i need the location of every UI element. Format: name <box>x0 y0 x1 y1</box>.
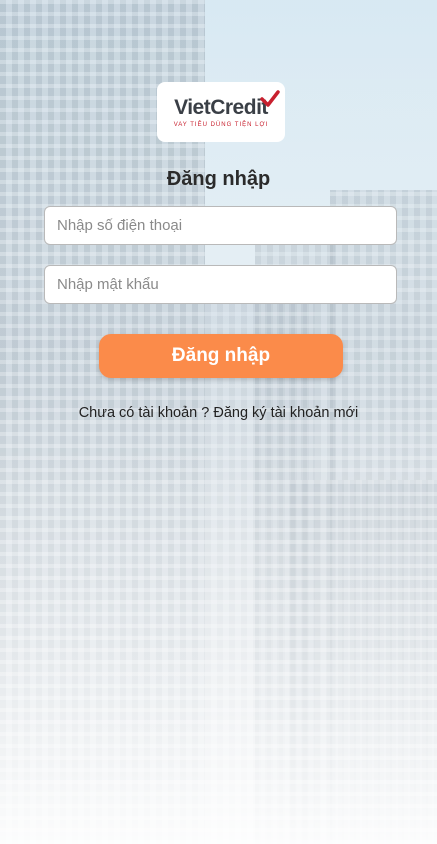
password-input[interactable] <box>44 265 397 304</box>
checkmark-icon <box>260 90 280 107</box>
logo-tagline: VAY TIÊU DÙNG TIỆN LỢI <box>173 122 269 128</box>
brand-logo: Viet Credit VAY TIÊU DÙNG TIỆN LỢI <box>157 82 285 142</box>
login-screen: Viet Credit VAY TIÊU DÙNG TIỆN LỢI Đăng n… <box>0 0 437 844</box>
register-prompt: Chưa có tài khoản ? Đăng ký tài khoản mớ… <box>0 405 437 421</box>
page-title: Đăng nhập <box>166 168 271 190</box>
phone-input[interactable] <box>44 206 397 245</box>
register-prompt-text: Chưa có tài khoản ? <box>78 405 214 421</box>
logo-wordmark: Viet Credit <box>174 90 280 120</box>
logo-text-viet: Viet <box>174 96 211 119</box>
register-link[interactable]: Đăng ký tài khoản mới <box>213 405 358 421</box>
login-button[interactable]: Đăng nhập <box>99 334 343 378</box>
